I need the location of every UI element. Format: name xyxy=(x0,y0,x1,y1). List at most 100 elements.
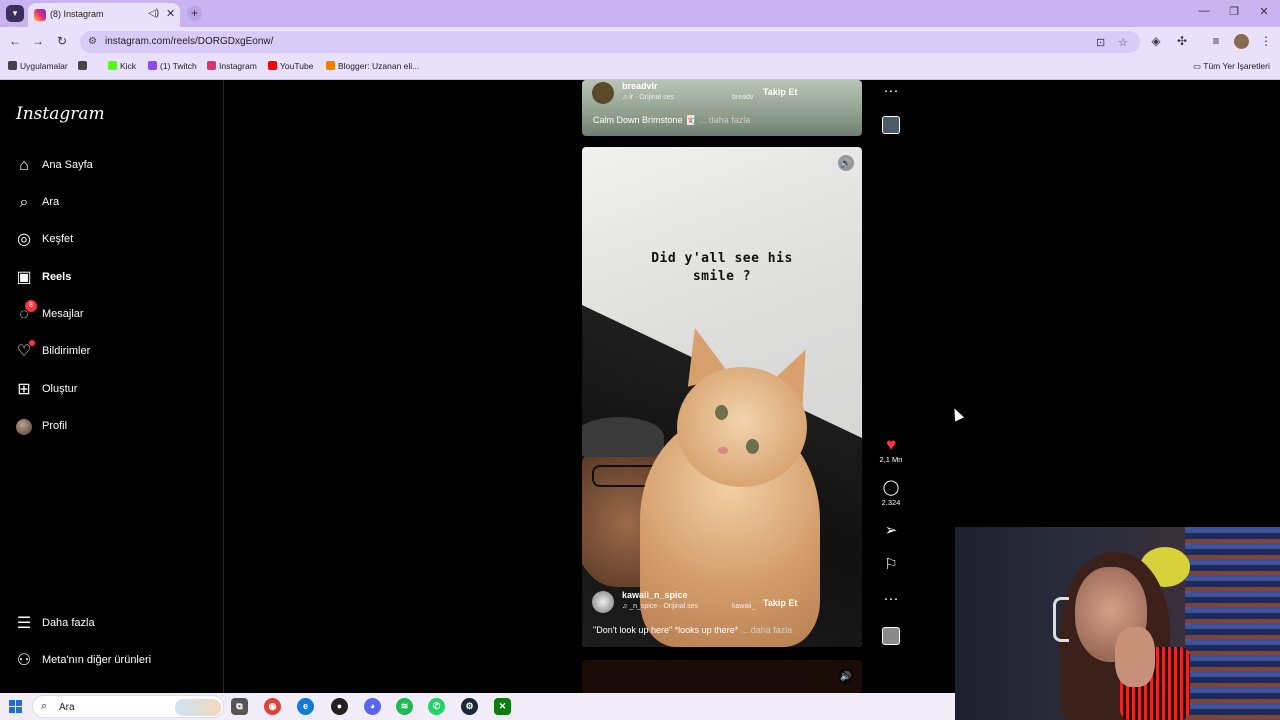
sidebar-item-search[interactable]: ⌕ Ara xyxy=(14,191,214,217)
reel-next[interactable]: 🔊 xyxy=(582,660,862,693)
avatar[interactable] xyxy=(592,82,614,104)
sidebar-item-explore[interactable]: ◎ Keşfet xyxy=(14,228,214,254)
reel-tag[interactable]: kawaii_ xyxy=(732,603,755,610)
browser-tab[interactable]: (8) Instagram ◁) ✕ xyxy=(28,3,180,27)
forward-icon[interactable]: → xyxy=(30,34,46,48)
steam-icon[interactable]: ⚙ xyxy=(461,698,478,715)
bookmark-kick[interactable]: Kick xyxy=(108,61,136,71)
instagram-favicon-icon xyxy=(34,9,46,21)
reel-username[interactable]: breadvlr xyxy=(622,81,658,91)
follow-button[interactable]: Takip Et xyxy=(763,598,797,608)
xbox-icon[interactable]: ✕ xyxy=(494,698,511,715)
audio-thumbnail[interactable] xyxy=(882,627,900,645)
chrome-icon[interactable]: ◉ xyxy=(264,698,281,715)
folder-icon: ▭ xyxy=(1193,61,1204,71)
reel-current[interactable]: Did y'all see his smile ? 🔊 kawaii_n_spi… xyxy=(582,147,862,647)
more-options-button[interactable]: ··· xyxy=(876,82,906,100)
share-button[interactable]: ➢ xyxy=(876,522,906,540)
browser-tab-bar: ▾ (8) Instagram ◁) ✕ + — ❐ ✕ xyxy=(0,0,1280,27)
apps-grid-icon xyxy=(8,61,17,70)
media-controls-icon[interactable]: ≡ xyxy=(1208,34,1224,48)
tab-search-button[interactable]: ▾ xyxy=(6,5,24,22)
sidebar-item-label: Keşfet xyxy=(42,233,74,245)
kitten-nose xyxy=(718,447,728,454)
all-bookmarks[interactable]: ▭ Tüm Yer İşaretleri xyxy=(1193,61,1270,72)
close-window-button[interactable]: ✕ xyxy=(1256,5,1272,18)
sidebar-item-notifications[interactable]: ♡ Bildirimler xyxy=(14,340,214,366)
chrome-menu-icon[interactable]: ⋮ xyxy=(1258,34,1274,48)
sidebar-item-home[interactable]: ⌂ Ana Sayfa xyxy=(14,154,214,180)
save-button[interactable]: ⚐ xyxy=(876,556,906,574)
bookmark-star-icon[interactable]: ☆ xyxy=(1118,36,1128,49)
sidebar-item-more[interactable]: ☰ Daha fazla xyxy=(14,612,214,638)
sidebar-item-messages[interactable]: ◌ 8 Mesajlar xyxy=(14,300,214,329)
twitch-icon xyxy=(148,61,157,70)
reels-icon: ▣ xyxy=(16,269,32,286)
reel-caption[interactable]: Calm Down Brimstone 🃏 ... daha fazla xyxy=(593,115,750,126)
address-bar[interactable]: ⚙ instagram.com/reels/DORGDxgEonw/ ⊡ ☆ xyxy=(80,31,1140,53)
tab-close-icon[interactable]: ✕ xyxy=(166,7,175,20)
reel-caption[interactable]: "Don't look up here" *looks up there* ..… xyxy=(593,625,792,635)
reel-audio[interactable]: ♫ lr · Orijinal ses xyxy=(622,94,674,101)
background-shelf xyxy=(1185,527,1280,720)
grid-icon xyxy=(78,61,87,70)
back-icon[interactable]: ← xyxy=(7,34,23,48)
sidebar-item-label: Bildirimler xyxy=(42,345,91,357)
bookmark-blogger[interactable]: Blogger: Uzanan eli... xyxy=(326,61,419,71)
sidebar-item-profile[interactable]: Profil xyxy=(14,415,214,441)
instagram-logo[interactable]: Instagram xyxy=(16,104,105,124)
whatsapp-icon[interactable]: ✆ xyxy=(428,698,445,715)
webcam-overlay xyxy=(955,527,1280,720)
kitten-eye xyxy=(715,405,728,420)
bookmark-youtube[interactable]: YouTube xyxy=(268,61,313,71)
edge-icon[interactable]: e xyxy=(297,698,314,715)
headset xyxy=(1053,597,1069,642)
task-view-icon[interactable]: ⧉ xyxy=(231,698,248,715)
new-tab-button[interactable]: + xyxy=(187,6,202,21)
reload-icon[interactable]: ↻ xyxy=(54,34,70,48)
extensions-icon[interactable]: ✣ xyxy=(1174,34,1190,48)
windows-start-icon[interactable] xyxy=(9,700,22,713)
sidebar-item-label: Mesajlar xyxy=(42,308,84,320)
url-text[interactable]: instagram.com/reels/DORGDxgEonw/ xyxy=(105,36,273,47)
reel-tag[interactable]: breadv xyxy=(732,94,753,101)
notification-dot xyxy=(29,340,35,346)
speaker-icon[interactable]: 🔊 xyxy=(838,668,854,684)
menu-icon: ☰ xyxy=(16,615,32,632)
discord-icon[interactable]: ◕ xyxy=(364,698,381,715)
bookmark-twitch[interactable]: (1) Twitch xyxy=(148,61,197,71)
spotify-icon[interactable]: ≋ xyxy=(396,698,413,715)
profile-avatar[interactable] xyxy=(1234,34,1249,49)
more-options-button[interactable]: ··· xyxy=(876,590,906,608)
audio-thumbnail[interactable] xyxy=(882,116,900,134)
minimize-button[interactable]: — xyxy=(1196,5,1212,17)
speaker-icon[interactable]: 🔊 xyxy=(838,155,854,171)
instagram-sidebar: Instagram ⌂ Ana Sayfa ⌕ Ara ◎ Keşfet ▣ R… xyxy=(0,80,224,693)
reel-previous[interactable]: breadvlr ♫ lr · Orijinal ses breadv Taki… xyxy=(582,80,862,136)
speaker-icon[interactable]: ◁) xyxy=(148,8,159,19)
bookmark-grid[interactable] xyxy=(78,61,90,71)
bookmark-icon: ⚐ xyxy=(884,556,898,573)
sidebar-item-meta-apps[interactable]: ⚇ Meta'nın diğer ürünleri xyxy=(14,649,214,675)
site-info-icon[interactable]: ⚙ xyxy=(88,36,97,47)
reel-audio[interactable]: ♫ _n_spice · Orijinal ses xyxy=(622,603,698,610)
comment-button[interactable]: ◯ 2.324 xyxy=(876,479,906,507)
search-icon: ⌕ xyxy=(19,194,29,211)
translate-icon[interactable]: ◈ xyxy=(1148,34,1164,48)
taskbar-search-label: Ara xyxy=(59,702,75,713)
comment-icon: ◯ xyxy=(882,479,900,496)
obs-icon[interactable]: ● xyxy=(331,698,348,715)
taskbar-search[interactable]: ⌕ Ara xyxy=(32,695,224,718)
like-button[interactable]: ♥ 2,1 Mn xyxy=(876,436,906,465)
follow-button[interactable]: Takip Et xyxy=(763,87,797,97)
sidebar-item-label: Oluştur xyxy=(42,383,78,395)
maximize-button[interactable]: ❐ xyxy=(1226,5,1242,18)
bookmark-apps[interactable]: Uygulamalar xyxy=(8,61,68,71)
plus-square-icon: ⊞ xyxy=(17,381,31,398)
bookmark-instagram[interactable]: Instagram xyxy=(207,61,257,71)
install-app-icon[interactable]: ⊡ xyxy=(1096,36,1105,49)
sidebar-item-create[interactable]: ⊞ Oluştur xyxy=(14,378,214,404)
reel-username[interactable]: kawaii_n_spice xyxy=(622,590,688,600)
sidebar-item-reels[interactable]: ▣ Reels xyxy=(14,266,214,292)
avatar[interactable] xyxy=(592,591,614,613)
